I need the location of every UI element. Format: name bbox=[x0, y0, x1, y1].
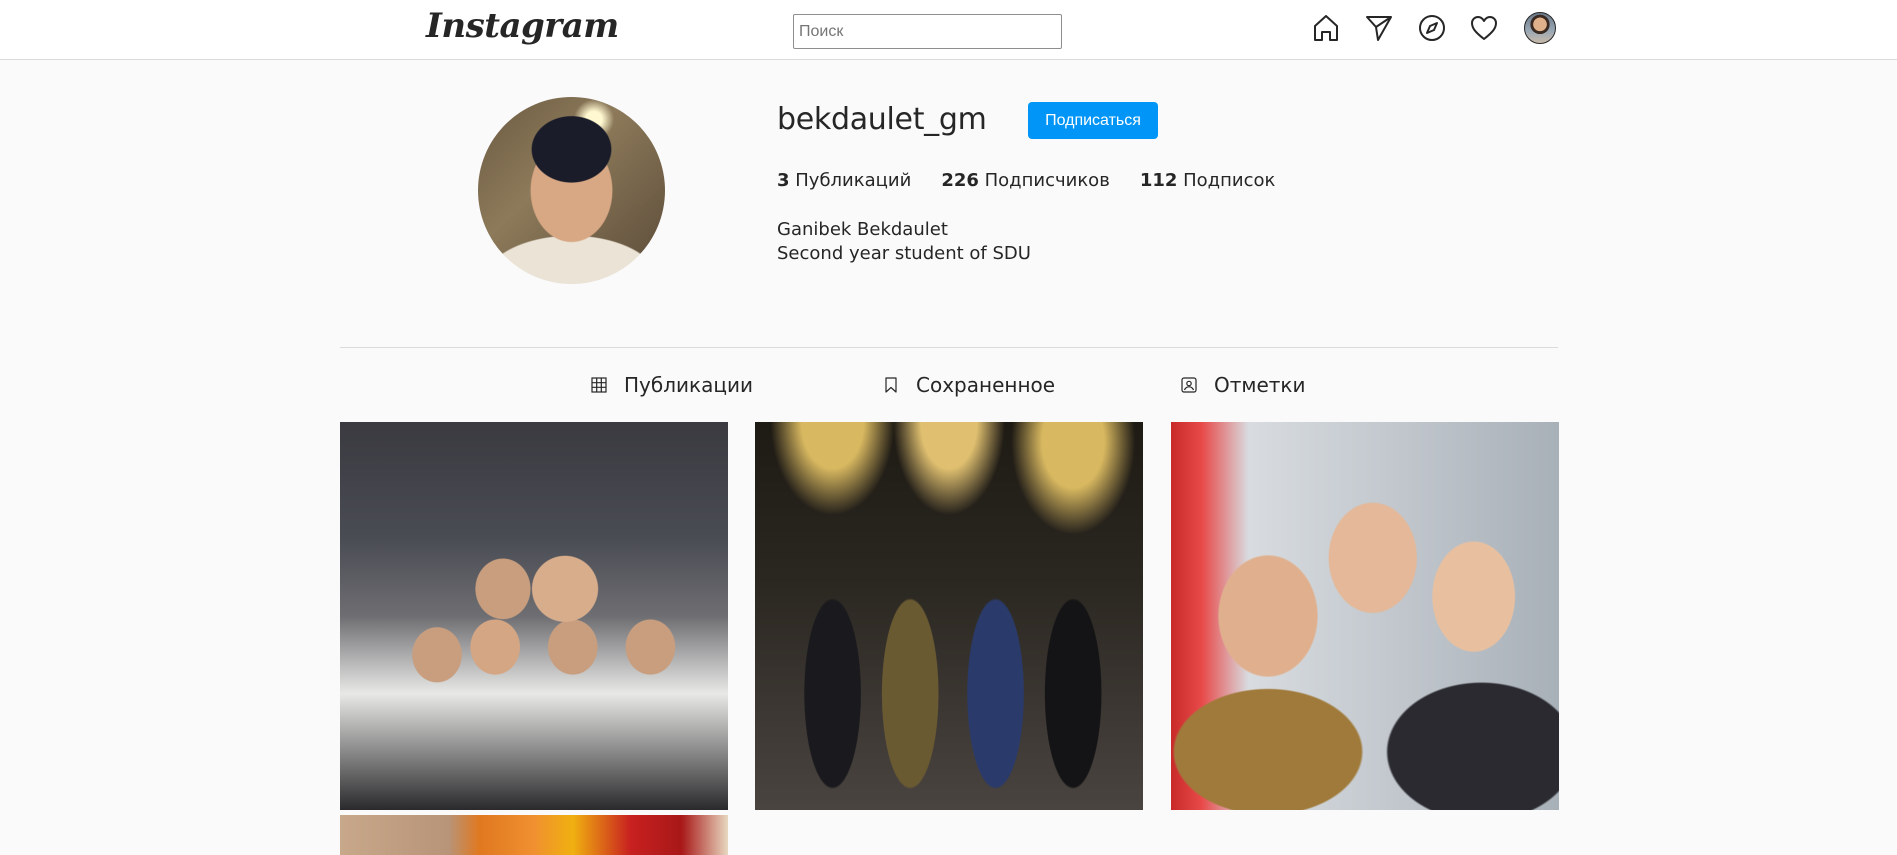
profile-photo[interactable] bbox=[478, 97, 665, 284]
search-input[interactable] bbox=[793, 14, 1062, 49]
direct-message-icon[interactable] bbox=[1364, 13, 1394, 43]
profile-stats: 3 Публикаций 226 Подписчиков 112 Подписо… bbox=[777, 170, 1305, 191]
instagram-logo[interactable]: Instagram bbox=[426, 6, 619, 46]
tab-tagged[interactable]: Отметки bbox=[1180, 372, 1306, 398]
section-divider bbox=[340, 347, 1558, 348]
explore-icon[interactable] bbox=[1417, 13, 1447, 43]
profile-avatar[interactable] bbox=[1524, 12, 1556, 44]
bio-full-name: Ganibek Bekdaulet bbox=[777, 219, 948, 240]
post-thumbnail[interactable] bbox=[340, 422, 728, 810]
home-icon[interactable] bbox=[1311, 13, 1341, 43]
tab-saved[interactable]: Сохраненное bbox=[882, 372, 1055, 398]
post-thumbnail[interactable] bbox=[1171, 422, 1559, 810]
post-thumbnail[interactable] bbox=[340, 815, 728, 855]
post-thumbnail[interactable] bbox=[755, 422, 1143, 810]
bio-description: Second year student of SDU bbox=[777, 243, 1031, 264]
top-navbar: Instagram bbox=[0, 0, 1897, 60]
bookmark-icon bbox=[882, 376, 900, 394]
follow-button[interactable]: Подписаться bbox=[1028, 102, 1158, 139]
heart-icon[interactable] bbox=[1469, 13, 1499, 43]
profile-bio: Ganibek Bekdaulet Second year student of… bbox=[777, 218, 1031, 266]
tagged-icon bbox=[1180, 376, 1198, 394]
stat-followers[interactable]: 226 Подписчиков bbox=[941, 170, 1110, 191]
profile-username: bekdaulet_gm bbox=[777, 102, 987, 137]
tab-posts[interactable]: Публикации bbox=[590, 372, 753, 398]
stat-following[interactable]: 112 Подписок bbox=[1140, 170, 1276, 191]
stat-posts[interactable]: 3 Публикаций bbox=[777, 170, 911, 191]
grid-icon bbox=[590, 376, 608, 394]
